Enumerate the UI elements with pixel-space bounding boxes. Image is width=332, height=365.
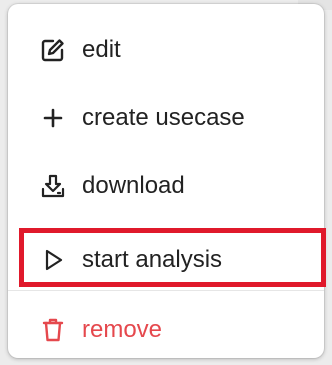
menu-item-create-usecase[interactable]: create usecase bbox=[8, 86, 324, 150]
menu-divider bbox=[8, 290, 324, 291]
menu-item-label: start analysis bbox=[82, 246, 223, 273]
menu-item-label: download bbox=[82, 172, 185, 199]
menu-item-edit[interactable]: edit bbox=[8, 18, 324, 82]
menu-item-label: create usecase bbox=[82, 104, 245, 131]
menu-item-label: remove bbox=[82, 316, 163, 343]
play-icon bbox=[40, 247, 66, 273]
menu-item-start-analysis[interactable]: start analysis bbox=[8, 228, 324, 292]
menu-item-label: edit bbox=[82, 36, 121, 63]
edit-icon bbox=[40, 37, 66, 63]
download-icon bbox=[40, 173, 66, 199]
trash-icon bbox=[40, 317, 66, 343]
menu-item-remove[interactable]: remove bbox=[8, 298, 324, 362]
plus-icon bbox=[40, 105, 66, 131]
menu-item-download[interactable]: download bbox=[8, 154, 324, 218]
context-menu: edit create usecase download start analy… bbox=[8, 4, 324, 358]
